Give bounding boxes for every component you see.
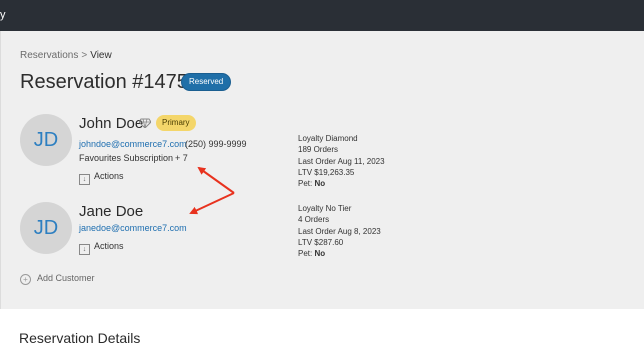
subscription-label: Favourites Subscription <box>79 153 174 163</box>
customer-info: Loyalty No Tier 4 Orders Last Order Aug … <box>298 203 381 259</box>
avatar: JD <box>20 202 72 254</box>
loyalty-tier: Loyalty Diamond <box>298 134 358 143</box>
status-badge: Reserved <box>181 73 232 91</box>
customer-email-link[interactable]: janedoe@commerce7.com <box>79 223 187 233</box>
order-count: 189 Orders <box>298 145 339 155</box>
last-order: Last Order Aug 11, 2023 <box>298 156 385 166</box>
top-bar-title: y <box>0 9 6 21</box>
customer-name: John Doe <box>79 115 144 132</box>
breadcrumb-separator: > <box>81 50 88 61</box>
primary-badge: Primary <box>156 115 196 131</box>
actions-label: Actions <box>94 171 124 181</box>
customer-info: Loyalty Diamond 189 Orders Last Order Au… <box>298 133 385 189</box>
breadcrumb: Reservations > View <box>20 50 112 61</box>
customer-name: Jane Doe <box>79 203 144 220</box>
order-count: 4 Orders <box>298 215 330 225</box>
add-customer-button[interactable]: + Add Customer <box>20 273 95 285</box>
actions-label: Actions <box>94 241 124 251</box>
customer-email-link[interactable]: johndoe@commerce7.com <box>79 139 187 149</box>
loyalty-tier: Loyalty No Tier <box>298 204 352 213</box>
plus-circle-icon: + <box>20 274 31 285</box>
customer-phone: (250) 999-9999 <box>185 139 247 149</box>
pet-status: Pet: No <box>298 178 385 189</box>
pet-value: No <box>314 179 326 189</box>
reservation-details-panel: Reservation Details <box>0 309 644 362</box>
top-bar: y <box>0 0 644 31</box>
lifetime-value: LTV $19,263.35 <box>298 167 355 177</box>
page-title: Reservation #1475 <box>20 71 188 93</box>
breadcrumb-reservations-link[interactable]: Reservations <box>20 50 78 61</box>
section-title: Reservation Details <box>19 330 141 346</box>
lifetime-value: LTV $287.60 <box>298 237 344 247</box>
pet-label: Pet: <box>298 179 313 189</box>
download-icon: ↓ <box>79 174 90 185</box>
pet-status: Pet: No <box>298 248 381 259</box>
last-order: Last Order Aug 8, 2023 <box>298 226 381 236</box>
breadcrumb-current: View <box>90 50 112 61</box>
download-icon: ↓ <box>79 244 90 255</box>
actions-button[interactable]: ↓ Actions <box>79 171 124 185</box>
diamond-icon <box>139 118 151 128</box>
actions-button[interactable]: ↓ Actions <box>79 241 124 255</box>
pet-value: No <box>314 249 326 259</box>
subscription-more-count[interactable]: + 7 <box>175 153 188 163</box>
pet-label: Pet: <box>298 249 313 259</box>
avatar: JD <box>20 114 72 166</box>
add-customer-label: Add Customer <box>37 273 95 283</box>
